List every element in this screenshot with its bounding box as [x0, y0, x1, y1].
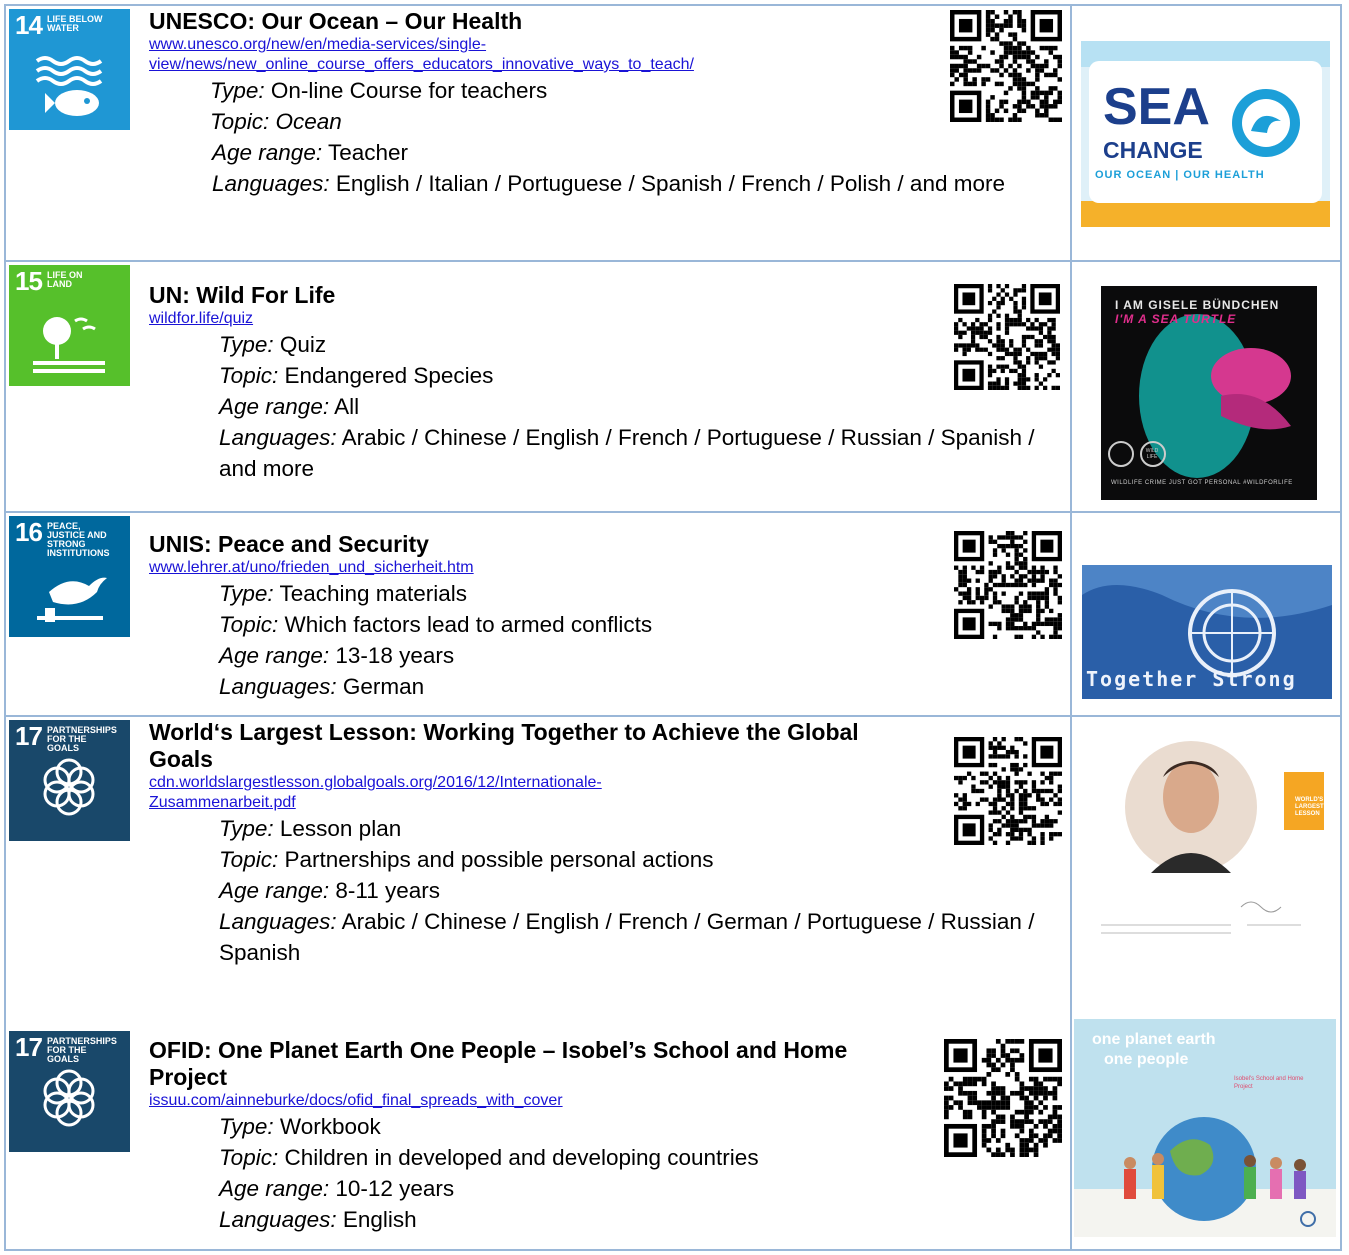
sdg-15-badge: 15 Life on land [9, 265, 130, 386]
topic-field: Topic: Children in developed and develop… [219, 1145, 759, 1170]
resource-link[interactable]: wildfor.life/quiz [149, 309, 949, 329]
table-row: 17 Partnerships for the goals World‘s La… [6, 717, 1340, 1019]
table-row: 15 Life on land UN: Wild For Life wildfo… [6, 262, 1340, 513]
image-caption: I AM GISELE BÜNDCHEN [1115, 298, 1280, 312]
topic-field: Topic: Endangered Species [219, 363, 494, 388]
dove-icon [37, 577, 107, 622]
type-field: Type: On-line Course for teachers [210, 78, 548, 103]
topic-field: Topic: Ocean [210, 109, 342, 134]
image-title: SEA [1103, 78, 1210, 136]
table-row: 14 Life below water UNESCO: Our Ocean – … [6, 6, 1340, 262]
qr-code [954, 531, 1062, 639]
image-title: one planet earth [1092, 1031, 1216, 1048]
sea-change-image: SEA CHANGE OUR OCEAN | OUR HEALTH [1081, 41, 1330, 227]
type-field: Type: Quiz [219, 332, 327, 357]
qr-code [954, 737, 1062, 845]
type-field: Type: Lesson plan [219, 816, 402, 841]
resource-title: UN: Wild For Life [149, 282, 336, 308]
resource-details: OFID: One Planet Earth One People – Isob… [149, 1019, 949, 1235]
age-field: Age range: All [219, 394, 360, 419]
qr-code [944, 1039, 1062, 1157]
table-row: 17 Partnerships for the goals OFID: One … [6, 1019, 1340, 1249]
table-row: 16 Peace, justice and strong institution… [6, 513, 1340, 717]
resource-table: 14 Life below water UNESCO: Our Ocean – … [4, 4, 1342, 1251]
resource-title: UNIS: Peace and Security [149, 531, 429, 557]
image-subtitle: one people [1104, 1051, 1189, 1068]
resource-link[interactable]: cdn.worldslargestlesson.globalgoals.org/… [149, 773, 949, 813]
image-subtitle: CHANGE [1103, 137, 1203, 163]
sdg-17-badge: 17 Partnerships for the goals [9, 1031, 130, 1152]
flower-icon [43, 758, 95, 816]
sdg-16-badge: 16 Peace, justice and strong institution… [9, 516, 130, 637]
age-field: Age range: Teacher [212, 140, 408, 165]
sdg-14-badge: 14 Life below water [9, 9, 130, 130]
resource-title: UNESCO: Our Ocean – Our Health [149, 8, 523, 34]
flower-icon [43, 1069, 95, 1127]
wild-for-life-image: I AM GISELE BÜNDCHEN I'M A SEA TURTLE WI… [1101, 286, 1317, 500]
type-field: Type: Teaching materials [219, 581, 468, 606]
resource-title: OFID: One Planet Earth One People – Isob… [149, 1037, 848, 1090]
age-field: Age range: 8-11 years [219, 878, 440, 903]
qr-code [950, 10, 1062, 122]
image-footer: WILDLIFE CRIME JUST GOT PERSONAL #WILDFO… [1111, 480, 1293, 486]
resource-title: World‘s Largest Lesson: Working Together… [149, 719, 859, 772]
languages-field: Languages: English [219, 1207, 417, 1232]
type-field: Type: Workbook [219, 1114, 381, 1139]
resource-details: World‘s Largest Lesson: Working Together… [149, 717, 1034, 968]
resource-link[interactable]: issuu.com/ainneburke/docs/ofid_final_spr… [149, 1091, 949, 1111]
languages-field: Languages: English / Italian / Portugues… [212, 171, 1005, 196]
one-planet-earth-image: one planet earth one people Isobel's Sch… [1074, 1019, 1336, 1237]
sdg-17-badge: 17 Partnerships for the goals [9, 720, 130, 841]
age-field: Age range: 13-18 years [219, 643, 455, 668]
image-badge: WORLD'S LARGEST LESSON [1295, 797, 1324, 817]
together-strong-image: Together Strong [1082, 565, 1332, 699]
resource-link[interactable]: www.unesco.org/new/en/media-services/sin… [149, 35, 949, 75]
topic-field: Topic: Which factors lead to armed confl… [219, 612, 653, 637]
languages-field: Languages: German [219, 674, 425, 699]
resource-details: UNIS: Peace and Security www.lehrer.at/u… [149, 513, 949, 702]
resource-details: UNESCO: Our Ocean – Our Health www.unesc… [149, 6, 1005, 199]
resource-details: UN: Wild For Life wildfor.life/quiz Type… [149, 262, 1034, 484]
image-tagline: Isobel's School and Home Project [1234, 1076, 1304, 1090]
worlds-largest-lesson-image: WORLD'S LARGEST LESSON [1081, 737, 1337, 943]
image-badge: WILD LIFE [1145, 448, 1159, 460]
qr-code [954, 284, 1060, 390]
image-tagline: OUR OCEAN | OUR HEALTH [1095, 169, 1265, 181]
languages-field: Languages: Arabic / Chinese / English / … [219, 425, 1035, 481]
tree-icon [33, 317, 105, 373]
age-field: Age range: 10-12 years [219, 1176, 455, 1201]
fish-icon [35, 56, 103, 116]
image-subcaption: I'M A SEA TURTLE [1115, 312, 1237, 326]
image-caption: Together Strong [1086, 667, 1297, 691]
resource-link[interactable]: www.lehrer.at/uno/frieden_und_sicherheit… [149, 558, 949, 578]
topic-field: Topic: Partnerships and possible persona… [219, 847, 714, 872]
languages-field: Languages: Arabic / Chinese / English / … [219, 909, 1035, 965]
